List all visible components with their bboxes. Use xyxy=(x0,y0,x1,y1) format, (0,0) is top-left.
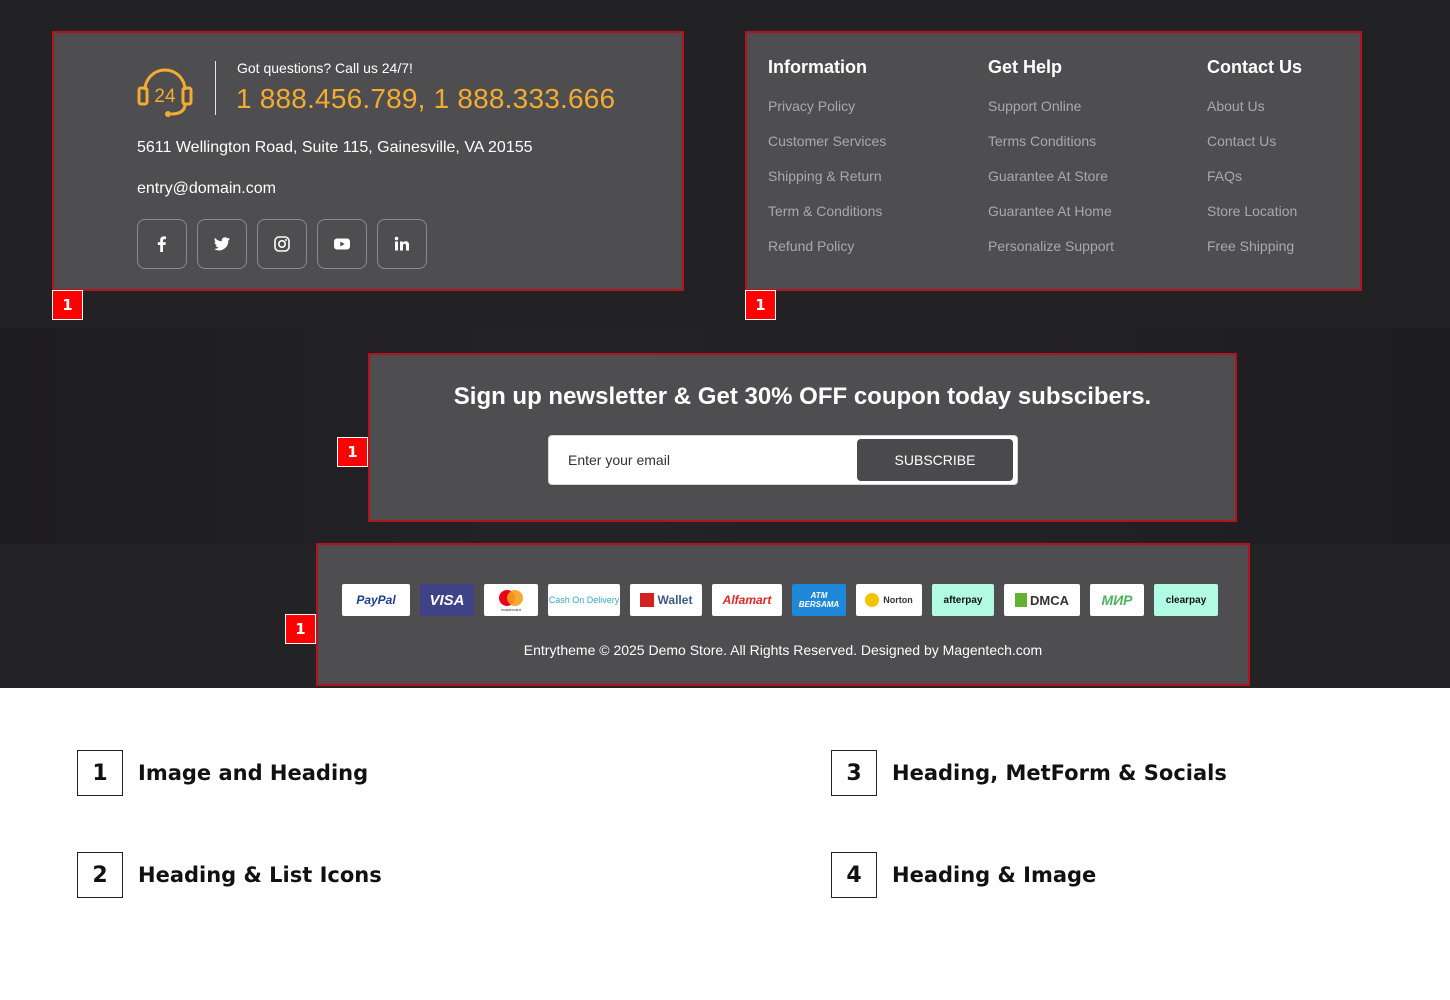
legend-label: Heading & List Icons xyxy=(138,863,382,887)
mir-logo: МИР xyxy=(1090,584,1144,616)
divider xyxy=(215,61,216,115)
facebook-button[interactable] xyxy=(137,219,187,269)
newsletter-title: Sign up newsletter & Get 30% OFF coupon … xyxy=(453,383,1152,410)
paypal-logo: PayPal xyxy=(342,584,410,616)
legend-label: Heading, MetForm & Socials xyxy=(892,761,1227,785)
contact-panel: 24 Got questions? Call us 24/7! 1 888.45… xyxy=(52,31,684,291)
footer-link[interactable]: Refund Policy xyxy=(768,238,886,273)
links-column-information: Information Privacy Policy Customer Serv… xyxy=(768,57,886,273)
footer-link[interactable]: Guarantee At Store xyxy=(988,168,1114,203)
footer-link[interactable]: Guarantee At Home xyxy=(988,203,1114,238)
wallet-logo: Wallet xyxy=(630,584,702,616)
column-title: Get Help xyxy=(988,57,1063,77)
legend-number: 3 xyxy=(831,750,877,796)
instagram-icon xyxy=(274,236,290,252)
facebook-icon xyxy=(157,236,166,252)
legend-label: Image and Heading xyxy=(138,761,369,785)
phone-numbers[interactable]: 1 888.456.789, 1 888.333.666 xyxy=(236,83,615,115)
legend-number: 4 xyxy=(831,852,877,898)
legend-number: 1 xyxy=(77,750,123,796)
youtube-icon xyxy=(334,238,350,250)
footer-link[interactable]: Personalize Support xyxy=(988,238,1114,273)
norton-check-icon xyxy=(865,593,880,607)
legend-item: 2 Heading & List Icons xyxy=(77,852,382,898)
legend-label: Heading & Image xyxy=(892,863,1097,887)
legend-item: 1 Image and Heading xyxy=(77,750,368,796)
section-marker: 1 xyxy=(285,614,316,644)
links-column-contact-us: Contact Us About Us Contact Us FAQs Stor… xyxy=(1207,57,1302,273)
wallet-icon xyxy=(639,593,654,607)
afterpay-logo: afterpay xyxy=(932,584,994,616)
twitter-icon xyxy=(214,237,230,251)
links-panel: Information Privacy Policy Customer Serv… xyxy=(745,31,1362,291)
column-title: Contact Us xyxy=(1207,57,1303,77)
norton-logo: Norton xyxy=(856,584,922,616)
footer-link[interactable]: FAQs xyxy=(1207,168,1302,203)
payment-methods: PayPal VISA mastercard Cash On Delivery … xyxy=(342,584,1218,616)
alfamart-logo: Alfamart xyxy=(712,584,782,616)
footer-link[interactable]: Contact Us xyxy=(1207,133,1302,168)
copyright-text: Entrytheme © 2025 Demo Store. All Rights… xyxy=(523,642,1043,658)
legend-item: 3 Heading, MetForm & Socials xyxy=(831,750,1227,796)
section-marker: 1 xyxy=(745,290,776,320)
legend-number: 2 xyxy=(77,852,123,898)
mastercard-logo: mastercard xyxy=(484,584,538,616)
payments-panel: PayPal VISA mastercard Cash On Delivery … xyxy=(316,543,1250,686)
visa-logo: VISA xyxy=(420,584,474,616)
support-icon-text: 24 xyxy=(154,86,176,107)
dmca-label: DMCA xyxy=(1030,592,1069,608)
newsletter-panel: Sign up newsletter & Get 30% OFF coupon … xyxy=(368,353,1237,522)
legend-item: 4 Heading & Image xyxy=(831,852,1096,898)
newsletter-form: Enter your email SUBSCRIBE xyxy=(548,435,1018,485)
email-link[interactable]: entry@domain.com xyxy=(137,180,276,198)
section-marker: 1 xyxy=(337,437,368,467)
footer-link[interactable]: Free Shipping xyxy=(1207,238,1302,273)
support-24-icon: 24 xyxy=(137,68,193,117)
instagram-button[interactable] xyxy=(257,219,307,269)
atm-bersama-logo: ATM BERSAMA xyxy=(792,584,846,616)
mastercard-label: mastercard xyxy=(500,606,521,612)
subscribe-button[interactable]: SUBSCRIBE xyxy=(857,439,1013,481)
norton-label: Norton xyxy=(883,595,913,605)
footer-link[interactable]: Privacy Policy xyxy=(768,98,886,133)
address: 5611 Wellington Road, Suite 115, Gainesv… xyxy=(137,139,533,156)
wallet-label: Wallet xyxy=(657,593,693,607)
footer-link[interactable]: Support Online xyxy=(988,98,1114,133)
footer-link[interactable]: Term & Conditions xyxy=(768,203,886,238)
linkedin-icon xyxy=(394,236,409,251)
twitter-button[interactable] xyxy=(197,219,247,269)
social-links xyxy=(137,219,427,269)
mastercard-icon xyxy=(499,589,523,606)
footer-link[interactable]: Customer Services xyxy=(768,133,886,168)
footer-link[interactable]: Terms Conditions xyxy=(988,133,1114,168)
call-prompt: Got questions? Call us 24/7! xyxy=(237,60,413,76)
linkedin-button[interactable] xyxy=(377,219,427,269)
cod-logo: Cash On Delivery xyxy=(548,584,620,616)
footer-link[interactable]: About Us xyxy=(1207,98,1302,133)
dmca-logo: DMCA xyxy=(1004,584,1080,616)
clearpay-logo: clearpay xyxy=(1154,584,1218,616)
section-marker: 1 xyxy=(52,290,83,320)
footer-link[interactable]: Shipping & Return xyxy=(768,168,886,203)
youtube-button[interactable] xyxy=(317,219,367,269)
dmca-lock-icon xyxy=(1015,593,1027,607)
footer-link[interactable]: Store Location xyxy=(1207,203,1302,238)
email-input[interactable]: Enter your email xyxy=(568,452,670,468)
links-column-get-help: Get Help Support Online Terms Conditions… xyxy=(988,57,1114,273)
column-title: Information xyxy=(768,57,867,77)
